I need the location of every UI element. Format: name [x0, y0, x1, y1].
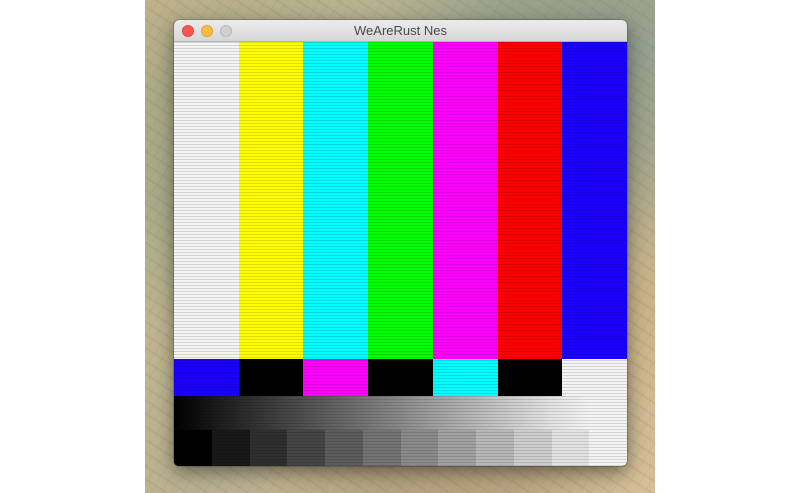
middle-bar-black-2: [238, 359, 304, 396]
gray-step-cell-11: [551, 430, 590, 466]
middle-bar-black-6: [497, 359, 563, 396]
gray-gradient-cell-10: [513, 396, 552, 430]
gray-gradient-cell-3: [249, 396, 288, 430]
gray-gradient-cell-9: [476, 396, 514, 430]
grayscale-gradient-band: [174, 396, 627, 430]
gray-step-cell-1: [174, 430, 212, 466]
gray-step-cell-3: [249, 430, 288, 466]
gray-step-cell-6: [362, 430, 401, 466]
top-bar-red-6: [497, 42, 563, 359]
gray-gradient-cell-7: [400, 396, 439, 430]
gray-gradient-cell-11: [551, 396, 590, 430]
gray-step-cell-8: [438, 430, 476, 466]
top-bar-white-1: [174, 42, 239, 359]
gray-gradient-cell-1: [174, 396, 212, 430]
gray-gradient-cell-12: [589, 396, 627, 430]
gray-gradient-cell-4: [287, 396, 325, 430]
gray-step-cell-2: [211, 430, 250, 466]
gray-step-cell-4: [287, 430, 325, 466]
top-bar-magenta-5: [432, 42, 498, 359]
top-bar-blue-7: [562, 42, 627, 359]
middle-bar-magenta-3: [303, 359, 369, 396]
gray-step-cell-5: [325, 430, 363, 466]
gray-step-cell-7: [400, 430, 439, 466]
window-titlebar[interactable]: WeAreRust Nes: [174, 20, 627, 42]
top-bar-yellow-2: [238, 42, 304, 359]
app-window: WeAreRust Nes: [174, 20, 627, 466]
gray-gradient-cell-2: [211, 396, 250, 430]
gray-gradient-cell-6: [362, 396, 401, 430]
gray-step-cell-10: [513, 430, 552, 466]
grayscale-step-band: [174, 430, 627, 466]
middle-bar-blue-1: [174, 359, 239, 396]
top-bar-cyan-3: [303, 42, 369, 359]
gray-step-cell-12: [589, 430, 627, 466]
screen-background: WeAreRust Nes: [0, 0, 800, 493]
gray-step-cell-9: [476, 430, 514, 466]
color-bars-top: [174, 42, 627, 359]
top-bar-green-4: [368, 42, 433, 359]
gray-gradient-cell-5: [325, 396, 363, 430]
middle-bar-cyan-5: [432, 359, 498, 396]
gray-gradient-cell-8: [438, 396, 476, 430]
window-title: WeAreRust Nes: [354, 23, 447, 38]
emulator-screen[interactable]: [174, 42, 627, 466]
color-bars-middle: [174, 359, 627, 396]
middle-bar-white-7: [562, 359, 627, 396]
middle-bar-black-4: [368, 359, 433, 396]
